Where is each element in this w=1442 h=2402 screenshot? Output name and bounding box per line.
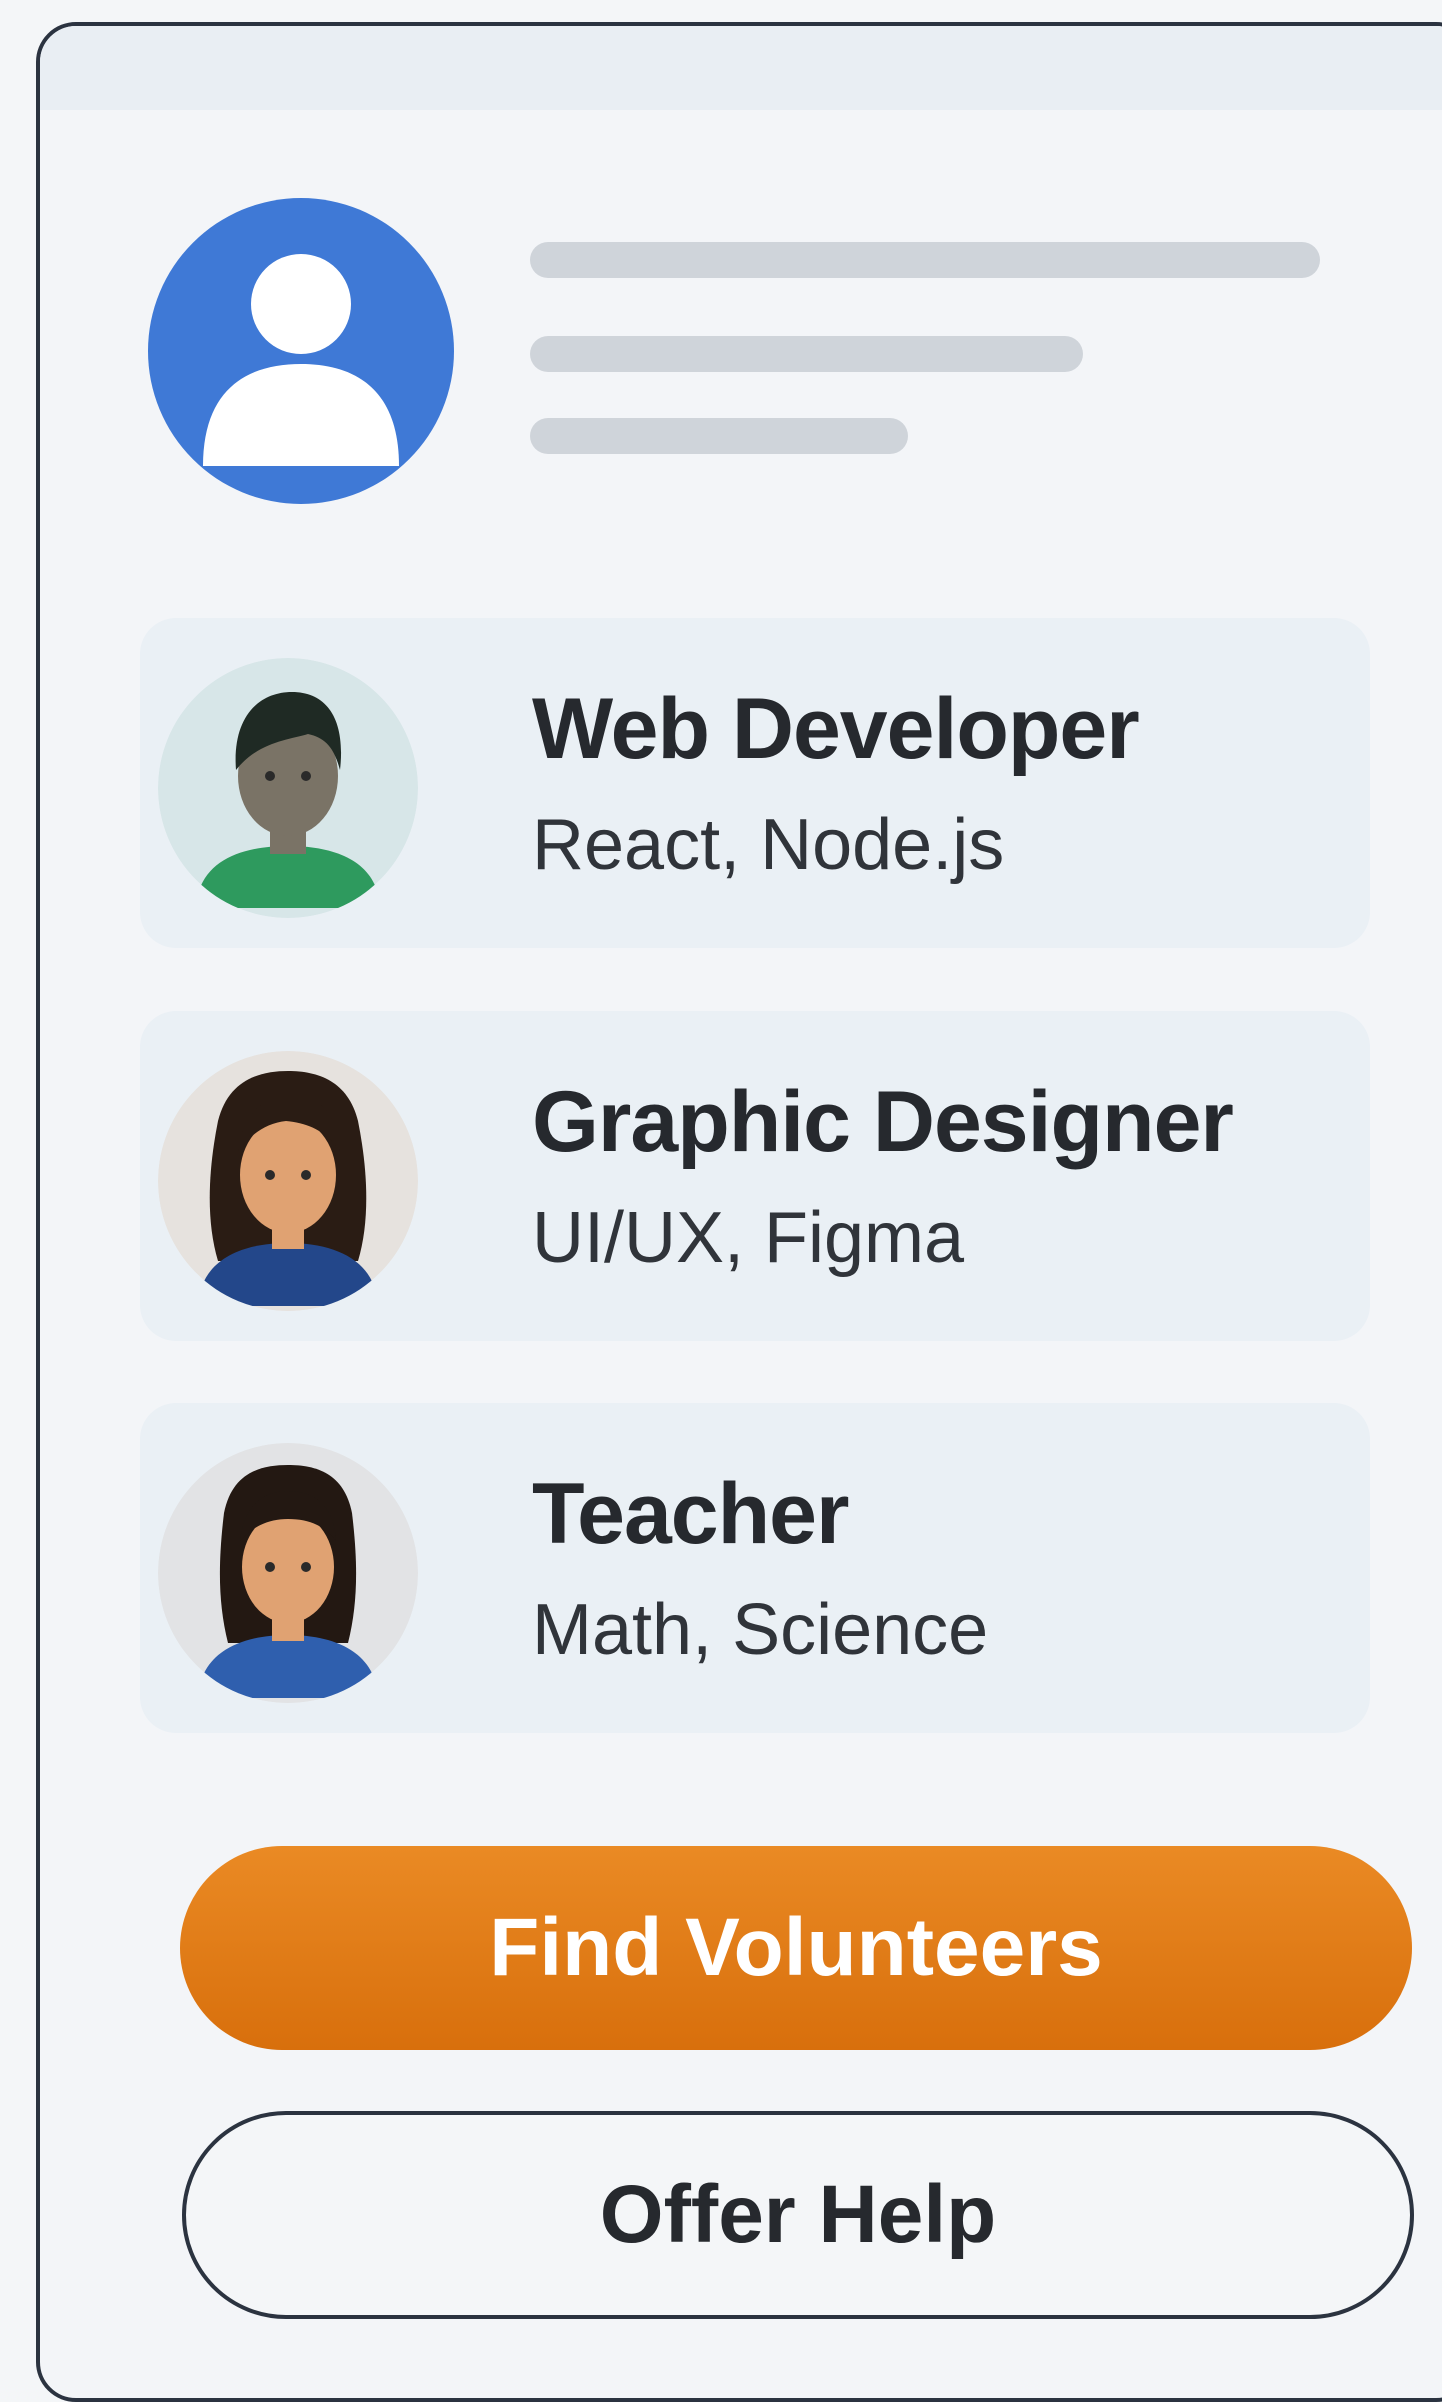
volunteer-item-web-developer[interactable]: Web Developer React, Node.js	[140, 618, 1370, 948]
female-avatar-icon	[158, 1051, 418, 1311]
male-avatar-icon	[158, 658, 418, 918]
volunteer-card: Web Developer React, Node.js Graphic Des…	[36, 22, 1442, 2402]
female-avatar-icon	[158, 1443, 418, 1703]
volunteer-item-graphic-designer[interactable]: Graphic Designer UI/UX, Figma	[140, 1011, 1370, 1341]
user-avatar-icon[interactable]	[148, 198, 454, 504]
volunteer-item-teacher[interactable]: Teacher Math, Science	[140, 1403, 1370, 1733]
volunteer-title: Teacher	[532, 1466, 849, 1562]
profile-subtitle-placeholder	[530, 336, 1083, 372]
volunteer-skills: UI/UX, Figma	[532, 1198, 965, 1278]
profile-detail-placeholder	[530, 418, 908, 454]
volunteer-skills: Math, Science	[532, 1590, 989, 1670]
profile-name-placeholder	[530, 242, 1320, 278]
card-header-band	[40, 26, 1442, 110]
find-volunteers-button[interactable]: Find Volunteers	[180, 1846, 1412, 2050]
volunteer-skills: React, Node.js	[532, 805, 1005, 885]
volunteer-title: Graphic Designer	[532, 1074, 1234, 1170]
offer-help-button[interactable]: Offer Help	[182, 2111, 1414, 2319]
volunteer-title: Web Developer	[532, 681, 1140, 777]
